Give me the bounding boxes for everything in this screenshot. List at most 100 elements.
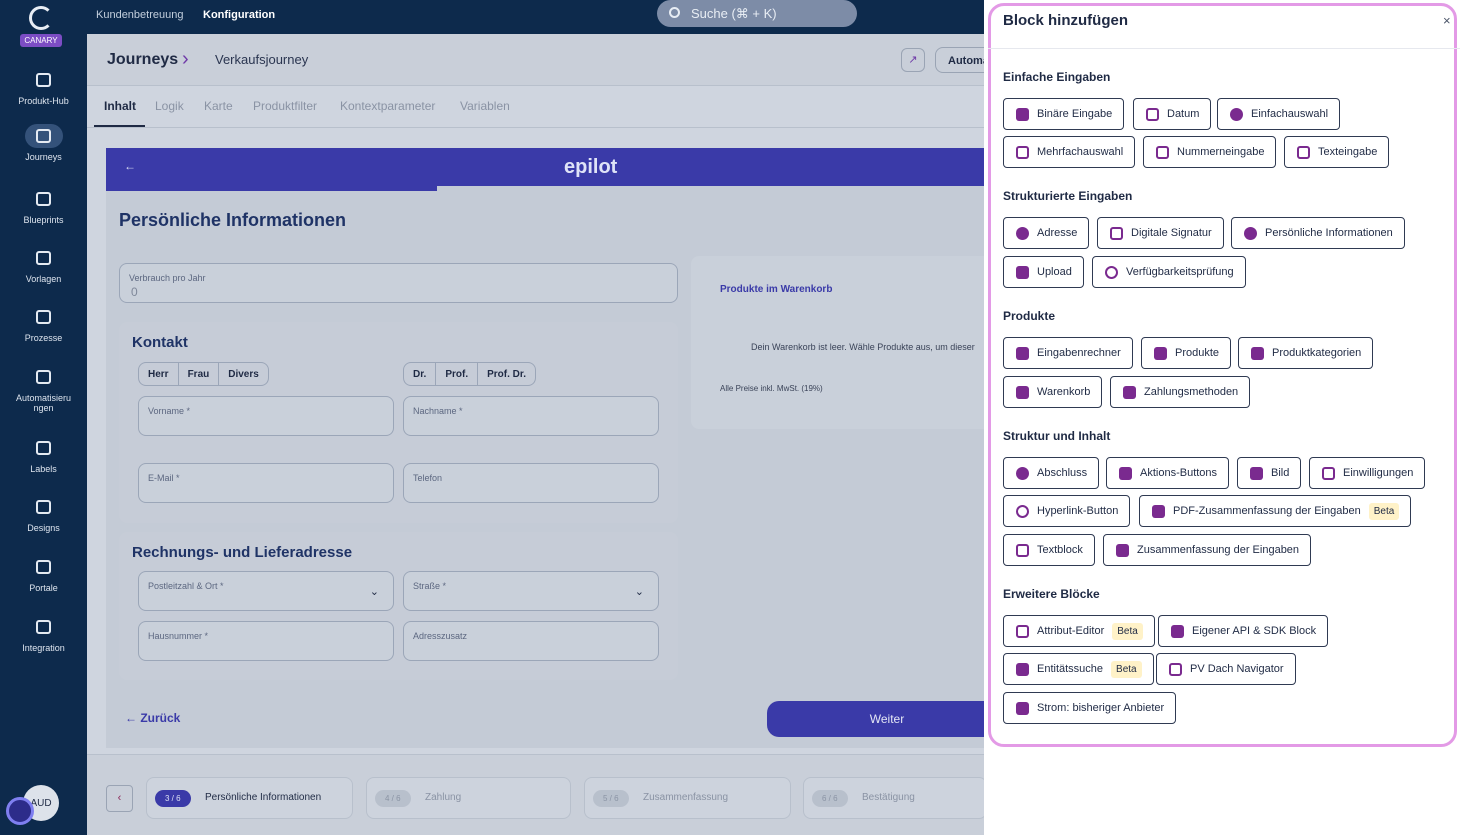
tab-produktfilter[interactable]: Produktfilter bbox=[253, 99, 317, 113]
strasse-field[interactable]: Straße * ⌄ bbox=[403, 571, 659, 611]
nav-item-integration[interactable]: Integration bbox=[0, 615, 87, 653]
title-prof[interactable]: Prof. bbox=[436, 363, 479, 385]
search-input[interactable]: Suche (⌘ + K) bbox=[657, 0, 857, 27]
block-verfuegbarkeitspruefung[interactable]: Verfügbarkeitsprüfung bbox=[1092, 256, 1246, 288]
assistant-icon[interactable] bbox=[6, 797, 34, 825]
page-title[interactable]: Journeys bbox=[107, 51, 178, 69]
block-eigener-api-sdk[interactable]: Eigener API & SDK Block bbox=[1158, 615, 1329, 647]
folder-icon bbox=[25, 246, 63, 270]
title-dr[interactable]: Dr. bbox=[404, 363, 437, 385]
blueprints-icon bbox=[25, 187, 63, 211]
step-persoenliche-informationen[interactable]: 3 / 6 Persönliche Informationen bbox=[146, 777, 353, 819]
block-nummerneingabe[interactable]: Nummerneingabe bbox=[1143, 136, 1277, 168]
title-prof-dr[interactable]: Prof. Dr. bbox=[478, 363, 535, 385]
pdf-summary-icon bbox=[1152, 504, 1165, 518]
block-produktkategorien[interactable]: Produktkategorien bbox=[1238, 337, 1374, 369]
block-warenkorb[interactable]: Warenkorb bbox=[1003, 376, 1103, 408]
block-datum[interactable]: Datum bbox=[1133, 98, 1212, 130]
category-icon bbox=[1251, 346, 1264, 360]
verbrauch-field[interactable]: Verbrauch pro Jahr 0 bbox=[119, 263, 678, 303]
nav-item-blueprints[interactable]: Blueprints bbox=[0, 187, 87, 225]
salutation-toggle[interactable]: Herr Frau Divers bbox=[138, 362, 269, 386]
field-label: Postleitzahl & Ort * bbox=[148, 581, 224, 591]
tab-karte[interactable]: Karte bbox=[204, 99, 233, 113]
next-button[interactable]: Weiter bbox=[767, 701, 1007, 737]
prev-step-button[interactable]: ‹ bbox=[106, 785, 133, 812]
tab-variablen[interactable]: Variablen bbox=[460, 99, 510, 113]
nav-item-produkt-hub[interactable]: Produkt-Hub bbox=[0, 68, 87, 106]
nav-item-designs[interactable]: Designs bbox=[0, 495, 87, 533]
field-label: Vorname * bbox=[148, 406, 191, 416]
arrow-left-icon[interactable]: ← bbox=[124, 159, 136, 173]
nav-item-labels[interactable]: Labels bbox=[0, 436, 87, 474]
step-number: 4 / 6 bbox=[375, 790, 411, 807]
nav-item-prozesse[interactable]: Prozesse bbox=[0, 305, 87, 343]
block-aktions-buttons[interactable]: Aktions-Buttons bbox=[1106, 457, 1230, 489]
step-number: 5 / 6 bbox=[593, 790, 629, 807]
block-mehrfachauswahl[interactable]: Mehrfachauswahl bbox=[1003, 136, 1136, 168]
field-label: Adresszusatz bbox=[413, 631, 468, 641]
block-texteingabe[interactable]: Texteingabe bbox=[1284, 136, 1390, 168]
adresszusatz-field[interactable]: Adresszusatz bbox=[403, 621, 659, 661]
block-label: Digitale Signatur bbox=[1131, 227, 1212, 239]
tab-kontextparameter[interactable]: Kontextparameter bbox=[340, 99, 435, 113]
close-icon[interactable]: × bbox=[1443, 13, 1451, 28]
step-bestaetigung[interactable]: 6 / 6 Bestätigung bbox=[803, 777, 987, 819]
app-logo[interactable]: CANARY bbox=[20, 6, 62, 48]
block-attribut-editor[interactable]: Attribut-Editor Beta bbox=[1003, 615, 1155, 647]
tab-inhalt[interactable]: Inhalt bbox=[104, 99, 136, 113]
block-einfachauswahl[interactable]: Einfachauswahl bbox=[1217, 98, 1341, 130]
plz-field[interactable]: Postleitzahl & Ort * ⌄ bbox=[138, 571, 394, 611]
block-upload[interactable]: Upload bbox=[1003, 256, 1084, 288]
back-button[interactable]: ← Zurück bbox=[125, 711, 180, 725]
block-digitale-signatur[interactable]: Digitale Signatur bbox=[1097, 217, 1224, 249]
block-textblock[interactable]: Textblock bbox=[1003, 534, 1095, 566]
nav-label: Automatisieru ngen bbox=[15, 393, 72, 413]
salutation-herr[interactable]: Herr bbox=[139, 363, 179, 385]
title-toggle[interactable]: Dr. Prof. Prof. Dr. bbox=[403, 362, 537, 386]
nav-item-portale[interactable]: Portale bbox=[0, 555, 87, 593]
block-bild[interactable]: Bild bbox=[1237, 457, 1302, 489]
search-icon bbox=[669, 7, 680, 18]
email-field[interactable]: E-Mail * bbox=[138, 463, 394, 503]
checklist-icon bbox=[1016, 145, 1029, 159]
open-external-icon[interactable]: ↗ bbox=[901, 48, 925, 72]
nav-item-journeys[interactable]: Journeys bbox=[0, 124, 87, 162]
block-pdf-zusammenfassung[interactable]: PDF-Zusammenfassung der Eingaben Beta bbox=[1139, 495, 1412, 527]
block-label: PV Dach Navigator bbox=[1190, 663, 1284, 675]
processes-icon bbox=[25, 305, 63, 329]
nav-item-vorlagen[interactable]: Vorlagen bbox=[0, 246, 87, 284]
cart-card: Produkte im Warenkorb Dein Warenkorb ist… bbox=[691, 256, 1001, 429]
block-zahlungsmethoden[interactable]: Zahlungsmethoden bbox=[1110, 376, 1251, 408]
block-produkte[interactable]: Produkte bbox=[1141, 337, 1232, 369]
block-abschluss[interactable]: Abschluss bbox=[1003, 457, 1100, 489]
block-strom-bisheriger-anbieter[interactable]: Strom: bisheriger Anbieter bbox=[1003, 692, 1177, 724]
active-tab-indicator bbox=[94, 125, 145, 127]
crumb-kundenbetreuung[interactable]: Kundenbetreuung bbox=[96, 9, 183, 21]
telefon-field[interactable]: Telefon bbox=[403, 463, 659, 503]
block-einwilligungen[interactable]: Einwilligungen bbox=[1309, 457, 1426, 489]
block-persoenliche-informationen[interactable]: Persönliche Informationen bbox=[1231, 217, 1405, 249]
nav-label: Produkt-Hub bbox=[18, 96, 69, 106]
chevron-down-icon: ⌄ bbox=[369, 586, 379, 598]
block-zusammenfassung[interactable]: Zusammenfassung der Eingaben bbox=[1103, 534, 1312, 566]
tab-logik[interactable]: Logik bbox=[155, 99, 184, 113]
hash-icon bbox=[1156, 145, 1169, 159]
nachname-field[interactable]: Nachname * bbox=[403, 396, 659, 436]
salutation-frau[interactable]: Frau bbox=[179, 363, 220, 385]
step-zahlung[interactable]: 4 / 6 Zahlung bbox=[366, 777, 571, 819]
block-adresse[interactable]: Adresse bbox=[1003, 217, 1090, 249]
step-zusammenfassung[interactable]: 5 / 6 Zusammenfassung bbox=[584, 777, 791, 819]
block-entitaetssuche[interactable]: Entitätssuche Beta bbox=[1003, 653, 1154, 685]
salutation-divers[interactable]: Divers bbox=[219, 363, 268, 385]
nav-item-automatisierungen[interactable]: Automatisieru ngen bbox=[0, 365, 87, 413]
vorname-field[interactable]: Vorname * bbox=[138, 396, 394, 436]
block-hyperlink-button[interactable]: Hyperlink-Button bbox=[1003, 495, 1131, 527]
block-eingabenrechner[interactable]: Eingabenrechner bbox=[1003, 337, 1133, 369]
checkbox-icon bbox=[1016, 107, 1029, 121]
block-binaere-eingabe[interactable]: Binäre Eingabe bbox=[1003, 98, 1125, 130]
block-label: Adresse bbox=[1037, 227, 1078, 239]
hausnummer-field[interactable]: Hausnummer * bbox=[138, 621, 394, 661]
block-pv-dach-navigator[interactable]: PV Dach Navigator bbox=[1156, 653, 1296, 685]
crumb-konfiguration[interactable]: Konfiguration bbox=[203, 9, 275, 21]
